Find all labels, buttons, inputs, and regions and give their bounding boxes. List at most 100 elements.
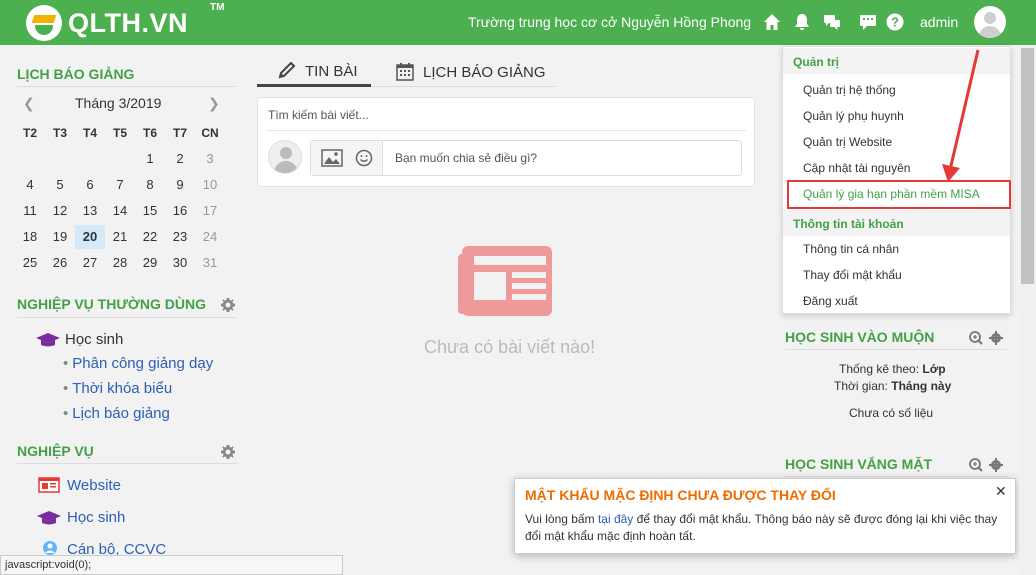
calendar-day[interactable]: 3 (195, 147, 225, 171)
calendar-day[interactable]: 26 (45, 251, 75, 275)
graduation-cap-icon (37, 511, 61, 525)
chat-icon[interactable] (822, 12, 842, 32)
tab-news[interactable]: TIN BÀI (277, 62, 358, 80)
home-icon[interactable] (762, 12, 782, 32)
calendar-empty-cell (75, 147, 105, 171)
calendar-day[interactable]: 11 (15, 199, 45, 223)
calendar-next-button[interactable]: ❯ (208, 95, 220, 112)
calendar-day[interactable]: 1 (135, 147, 165, 171)
calendar-day[interactable]: 2 (165, 147, 195, 171)
calendar-day[interactable]: 6 (75, 173, 105, 197)
graduation-cap-icon (36, 333, 60, 347)
widget-tools (969, 458, 1003, 472)
calendar-day[interactable]: 21 (105, 225, 135, 249)
calendar-day[interactable]: 30 (165, 251, 195, 275)
link-lesson-schedule[interactable]: • Lịch báo giảng (63, 405, 170, 422)
menu-item-logout[interactable]: Đăng xuất (803, 294, 858, 308)
close-icon[interactable]: ✕ (995, 483, 1007, 500)
logo[interactable]: QLTH.VN (26, 5, 188, 41)
calendar-day[interactable]: 8 (135, 173, 165, 197)
late-students-title: HỌC SINH VÀO MUỘN (785, 329, 935, 345)
gear-icon[interactable] (989, 458, 1003, 472)
calendar-day[interactable]: 14 (105, 199, 135, 223)
share-input[interactable]: Bạn muốn chia sẻ điều gì? (310, 140, 742, 176)
calendar-day[interactable]: 10 (195, 173, 225, 197)
post-search-input[interactable]: Tìm kiếm bài viết... (268, 108, 369, 122)
composer-tools (311, 141, 383, 175)
share-placeholder: Bạn muốn chia sẻ điều gì? (395, 151, 538, 165)
calendar-day[interactable]: 16 (165, 199, 195, 223)
newspaper-icon (458, 246, 552, 316)
change-password-link[interactable]: tại đây (598, 512, 633, 526)
calendar-day[interactable]: 4 (15, 173, 45, 197)
menu-item-change-password[interactable]: Thay đổi mật khẩu (803, 268, 902, 282)
message-icon[interactable] (858, 12, 878, 32)
user-name[interactable]: admin (920, 14, 958, 30)
user-avatar[interactable] (974, 6, 1006, 38)
scrollbar-thumb[interactable] (1021, 48, 1034, 284)
tasks-title: NGHIỆP VỤ (17, 443, 94, 459)
calendar-day[interactable]: 17 (195, 199, 225, 223)
help-icon[interactable]: ? (885, 12, 905, 32)
calendar-day[interactable]: 25 (15, 251, 45, 275)
link-students[interactable]: Học sinh (67, 509, 125, 526)
calendar-day[interactable]: 28 (105, 251, 135, 275)
menu-item-parent-management[interactable]: Quản lý phụ huynh (803, 109, 904, 123)
link-timetable[interactable]: • Thời khóa biểu (63, 380, 172, 397)
no-data-message: Chưa có số liệu (849, 406, 934, 420)
calendar-day[interactable]: 27 (75, 251, 105, 275)
calendar-day[interactable]: 13 (75, 199, 105, 223)
calendar-day[interactable]: 5 (45, 173, 75, 197)
students-group-label[interactable]: Học sinh (65, 331, 123, 348)
divider (17, 317, 237, 318)
browser-status-bar: javascript:void(0); (0, 555, 343, 575)
calendar-month-label[interactable]: Tháng 3/2019 (75, 95, 161, 111)
calendar-day[interactable]: 20 (75, 225, 105, 249)
school-name[interactable]: Trường trung học cơ cở Nguyễn Hồng Phong (468, 14, 751, 30)
notice-body: Vui lòng bấm tại đây để thay đổi mật khẩ… (525, 512, 998, 543)
calendar-weekday-row: T2 T3 T4 T5 T6 T7 CN (15, 120, 225, 146)
calendar-week-row: 123 (15, 146, 225, 172)
calendar-day[interactable]: 31 (195, 251, 225, 275)
calendar-day[interactable]: 7 (105, 173, 135, 197)
calendar-day[interactable]: 24 (195, 225, 225, 249)
link-website[interactable]: Website (67, 477, 121, 494)
calendar-day[interactable]: 15 (135, 199, 165, 223)
calendar-empty-cell (105, 147, 135, 171)
calendar-prev-button[interactable]: ❮ (23, 95, 35, 112)
gear-icon[interactable] (989, 331, 1003, 345)
link-teaching-assignment[interactable]: • Phân công giảng dạy (63, 355, 213, 372)
weekday-label: T2 (22, 126, 37, 140)
calendar-day[interactable]: 19 (45, 225, 75, 249)
menu-item-system-admin[interactable]: Quản trị hệ thống (803, 83, 896, 97)
calendar-empty-cell (15, 147, 45, 171)
password-notice: MẬT KHẨU MẶC ĐỊNH CHƯA ĐƯỢC THAY ĐỔI ✕ V… (514, 478, 1016, 554)
menu-item-misa-renewal[interactable]: Quản lý gia hạn phần mềm MISA (803, 187, 980, 201)
menu-item-update-resources[interactable]: Cập nhật tài nguyên (803, 161, 910, 175)
image-icon[interactable] (321, 149, 343, 167)
empty-posts-message: Chưa có bài viết nào! (424, 337, 596, 357)
calendar-day[interactable]: 29 (135, 251, 165, 275)
bell-icon[interactable] (792, 12, 812, 32)
calendar-day[interactable]: 12 (45, 199, 75, 223)
staff-icon (43, 541, 57, 555)
dropdown-account-header: Thông tin tài khoản (783, 210, 1010, 236)
gear-icon[interactable] (220, 297, 236, 313)
zoom-icon[interactable] (969, 458, 983, 472)
common-tasks-title: NGHIỆP VỤ THƯỜNG DÙNG (17, 296, 206, 312)
calendar-day[interactable]: 9 (165, 173, 195, 197)
calendar-grid: T2 T3 T4 T5 T6 T7 CN 1 2 3 4 5 6 7 8 9 10 11 12 13 14 15 16 17 1… (15, 120, 225, 276)
calendar-day[interactable]: 22 (135, 225, 165, 249)
menu-item-website-admin[interactable]: Quản trị Website (803, 135, 892, 149)
menu-item-profile[interactable]: Thông tin cá nhân (803, 242, 899, 256)
calendar-day[interactable]: 18 (15, 225, 45, 249)
zoom-icon[interactable] (969, 331, 983, 345)
divider (17, 463, 237, 464)
tab-lesson-schedule[interactable]: LỊCH BÁO GIẢNG (395, 62, 546, 82)
gear-icon[interactable] (220, 444, 236, 460)
calendar-day[interactable]: 23 (165, 225, 195, 249)
weekday-label: T7 (172, 126, 187, 140)
time-row: Thời gian: Tháng này (834, 379, 952, 393)
divider (785, 349, 1007, 350)
smile-icon[interactable] (355, 149, 373, 167)
